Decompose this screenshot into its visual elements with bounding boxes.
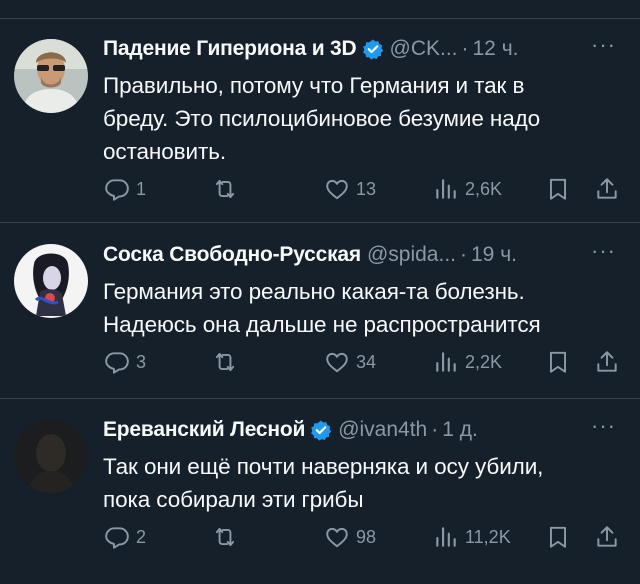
like-button[interactable]: 34 [324, 347, 376, 377]
tweet-header: Падение Гипериона и 3D @CK... · 12 ч. ··… [103, 34, 630, 64]
bookmark-icon [549, 178, 567, 200]
tweet-text: Правильно, потому что Германия и так в б… [103, 69, 618, 168]
timeline-feed: Падение Гипериона и 3D @CK... · 12 ч. ··… [0, 0, 640, 584]
tweet-header: Соска Свободно-Русская @spida... · 19 ч.… [103, 240, 630, 270]
views-button[interactable]: 2,6K [433, 174, 502, 204]
share-icon [597, 526, 617, 547]
views-button[interactable]: 11,2K [433, 522, 511, 552]
tweet-header: Ереванский Лесной @ivan4th · 1 д. ··· [103, 415, 630, 445]
tweet-text-line: Надеюсь она дальше не распространится [103, 312, 541, 337]
verified-badge-icon [362, 38, 384, 60]
retweet-icon [215, 527, 235, 547]
author-name[interactable]: Падение Гипериона и 3D [103, 37, 357, 61]
tweet-text-line: Так они ещё почти наверняка и осу убили, [103, 454, 544, 479]
reply-icon [105, 179, 129, 201]
verified-badge-icon [310, 419, 332, 441]
tweet[interactable]: Падение Гипериона и 3D @CK... · 12 ч. ··… [0, 19, 640, 222]
bookmark-button[interactable] [545, 174, 571, 204]
retweet-button[interactable] [212, 347, 244, 377]
views-chart-icon [436, 352, 456, 372]
share-button[interactable] [594, 522, 620, 552]
heart-icon [326, 352, 348, 373]
reply-button[interactable]: 1 [104, 174, 146, 204]
author-handle[interactable]: @spida... [367, 243, 456, 267]
tweet-actions: 1 13 2,6K [100, 174, 630, 204]
heart-icon [326, 179, 348, 200]
tweet-text-line: бреду. Это псилоцибиновое безумие надо [103, 106, 541, 131]
share-icon [597, 178, 617, 199]
bookmark-icon [549, 351, 567, 373]
reply-count: 2 [136, 526, 147, 547]
retweet-icon [215, 352, 235, 372]
author-name[interactable]: Ереванский Лесной [103, 418, 305, 442]
like-count: 98 [356, 526, 377, 547]
more-options-icon[interactable]: ··· [591, 240, 616, 262]
reply-icon [105, 352, 129, 374]
tweet-actions: 2 98 11,2K [100, 522, 630, 552]
timestamp[interactable]: 1 д. [442, 418, 478, 442]
timestamp[interactable]: 19 ч. [471, 243, 517, 267]
more-options-icon[interactable]: ··· [591, 34, 616, 56]
tweet-text: Германия это реально какая-та болезнь. Н… [103, 275, 618, 341]
tweet-text-line: пока собирали эти грибы [103, 487, 364, 512]
timestamp[interactable]: 12 ч. [473, 37, 519, 61]
author-handle[interactable]: @CK... [390, 37, 458, 61]
reply-button[interactable]: 2 [104, 522, 146, 552]
heart-icon [326, 527, 348, 548]
bookmark-button[interactable] [545, 347, 571, 377]
tweet[interactable]: Соска Свободно-Русская @spida... · 19 ч.… [0, 223, 640, 398]
reply-count: 3 [136, 351, 147, 372]
like-button[interactable]: 13 [324, 174, 376, 204]
more-options-icon[interactable]: ··· [591, 415, 616, 437]
avatar[interactable] [14, 39, 88, 113]
separator-dot: · [461, 37, 469, 60]
retweet-button[interactable] [212, 174, 244, 204]
like-count: 13 [356, 178, 377, 199]
reply-icon [105, 527, 129, 549]
separator-dot: · [460, 243, 467, 266]
retweet-button[interactable] [212, 522, 244, 552]
views-button[interactable]: 2,2K [433, 347, 502, 377]
avatar[interactable] [14, 244, 88, 318]
reply-count: 1 [136, 178, 147, 199]
author-handle[interactable]: @ivan4th [338, 418, 427, 442]
like-button[interactable]: 98 [324, 522, 376, 552]
views-count: 11,2K [465, 526, 511, 547]
tweet-text: Так они ещё почти наверняка и осу убили,… [103, 450, 618, 516]
share-button[interactable] [594, 174, 620, 204]
avatar[interactable] [14, 419, 88, 493]
reply-button[interactable]: 3 [104, 347, 146, 377]
retweet-icon [215, 179, 235, 199]
tweet-text-line: остановить. [103, 139, 226, 164]
separator-dot: · [431, 418, 439, 441]
tweet-actions: 3 34 2,2K [100, 347, 630, 377]
share-button[interactable] [594, 347, 620, 377]
tweet-text-line: Правильно, потому что Германия и так в [103, 73, 525, 98]
views-chart-icon [436, 527, 456, 547]
tweet[interactable]: Ереванский Лесной @ivan4th · 1 д. ··· Та… [0, 399, 640, 584]
share-icon [597, 351, 617, 372]
bookmark-button[interactable] [545, 522, 571, 552]
tweet-text-line: Германия это реально какая-та болезнь. [103, 279, 525, 304]
author-name[interactable]: Соска Свободно-Русская [103, 243, 361, 267]
views-count: 2,6K [465, 178, 503, 199]
bookmark-icon [549, 526, 567, 548]
like-count: 34 [356, 351, 377, 372]
views-count: 2,2K [465, 351, 503, 372]
views-chart-icon [436, 179, 456, 199]
